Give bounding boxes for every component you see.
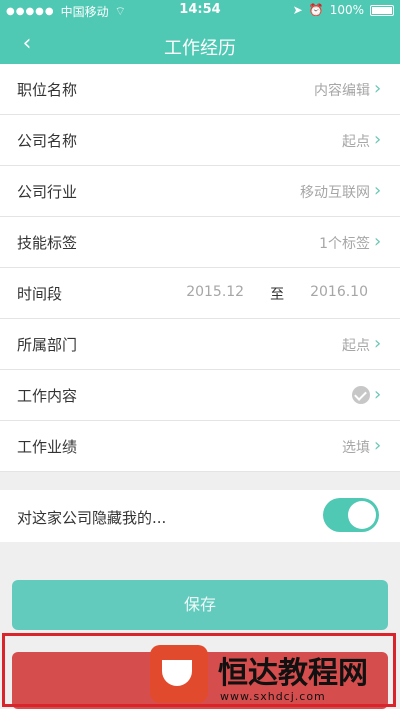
watermark: 恒达教程网 www.sxhdcj.com [150,645,396,705]
hide-from-company-row: 对这家公司隐藏我的... [0,490,400,542]
row-label: 职位名称 [17,81,78,99]
header: ●●●●● 中国移动 ⌔ 14:54 ➤ ⏰ 100% ‹ 工作经历 [0,0,400,70]
end-date[interactable]: 2016.10 [310,284,368,304]
watermark-logo-icon [150,645,208,703]
row-value: 起点 [342,338,370,354]
save-button[interactable]: 保存 [12,580,388,630]
hide-from-company-toggle[interactable] [323,498,379,532]
row-skill-tags[interactable]: 技能标签 1个标签 › [0,217,400,268]
check-circle-icon [352,386,370,404]
chevron-right-icon: › [374,78,382,99]
date-range: 2015.12 至 2016.10 [186,284,368,304]
start-date[interactable]: 2015.12 [186,284,244,304]
watermark-url: www.sxhdcj.com [220,690,326,703]
chevron-right-icon: › [374,180,382,201]
row-label: 时间段 [17,285,63,303]
row-label: 所属部门 [17,336,78,354]
row-industry[interactable]: 公司行业 移动互联网 › [0,166,400,217]
status-bar: ●●●●● 中国移动 ⌔ 14:54 ➤ ⏰ 100% [0,0,400,22]
chevron-right-icon: › [374,231,382,252]
row-job-title[interactable]: 职位名称 内容编辑 › [0,64,400,115]
row-value: 移动互联网 [300,185,370,201]
row-label: 工作内容 [17,387,78,405]
chevron-right-icon: › [374,435,382,456]
range-separator: 至 [270,287,285,303]
row-label: 工作业绩 [17,438,78,456]
row-value: 内容编辑 [314,83,370,99]
hide-from-company-label: 对这家公司隐藏我的... [17,509,167,527]
toggle-knob [348,501,376,529]
nav-bar: ‹ 工作经历 [0,22,400,68]
row-time-period: 时间段 2015.12 至 2016.10 [0,268,400,319]
battery-icon [370,4,394,16]
field-list: 职位名称 内容编辑 › 公司名称 起点 › 公司行业 移动互联网 › 技能标签 … [0,64,400,472]
battery-percent: 100% [329,3,364,17]
row-label: 公司行业 [17,183,78,201]
page-title: 工作经历 [164,38,236,59]
chevron-right-icon: › [374,129,382,150]
row-value: 选填 [342,440,370,456]
chevron-right-icon: › [374,384,382,405]
row-company-name[interactable]: 公司名称 起点 › [0,115,400,166]
row-value: 1个标签 [319,236,370,252]
row-department[interactable]: 所属部门 起点 › [0,319,400,370]
row-label: 公司名称 [17,132,78,150]
alarm-icon: ⏰ [308,3,324,17]
row-achievements[interactable]: 工作业绩 选填 › [0,421,400,472]
location-icon: ➤ [292,3,303,17]
row-value: 起点 [342,134,370,150]
chevron-right-icon: › [374,333,382,354]
row-work-content[interactable]: 工作内容 › [0,370,400,421]
row-label: 技能标签 [17,234,78,252]
watermark-text: 恒达教程网 [218,656,368,691]
